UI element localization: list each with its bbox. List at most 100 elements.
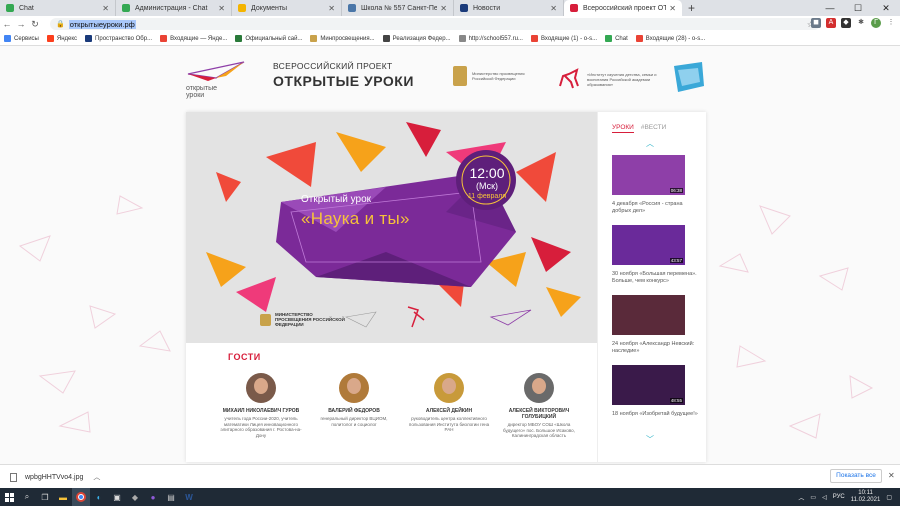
bookmark-item[interactable]: Официальный сай... bbox=[235, 35, 302, 42]
forward-icon[interactable]: → bbox=[14, 19, 28, 29]
bookmark-label: Реализация Федер... bbox=[392, 35, 451, 42]
close-icon[interactable]: ✕ bbox=[218, 4, 225, 13]
maximize-icon[interactable]: ☐ bbox=[844, 0, 872, 16]
lesson-time: 12:00 bbox=[469, 165, 505, 181]
emblem-icon bbox=[260, 313, 271, 326]
lesson-caption[interactable]: 24 ноября «Александр Невский: наследие» bbox=[612, 341, 698, 355]
bookmark-item[interactable]: Минпросвещения... bbox=[310, 35, 375, 42]
chrome-icon[interactable] bbox=[72, 488, 90, 506]
close-window-icon[interactable]: ✕ bbox=[872, 0, 900, 16]
extensions: ◼ A ◆ ✱ Г ⋮ bbox=[811, 18, 896, 28]
minimize-icon[interactable]: — bbox=[816, 0, 844, 16]
partner-logo[interactable] bbox=[672, 60, 706, 96]
bookmark-item[interactable]: Входящие (28) - o-s... bbox=[635, 35, 705, 42]
tab-admin-chat[interactable]: Администрация - Chat ✕ bbox=[116, 0, 232, 16]
tab-documents[interactable]: Документы ✕ bbox=[232, 0, 342, 16]
bookmark-item[interactable]: Chat bbox=[605, 35, 628, 42]
close-icon[interactable]: ✕ bbox=[888, 471, 895, 480]
search-icon[interactable]: ⌕ bbox=[18, 488, 36, 506]
site-logo[interactable]: открытые уроки bbox=[186, 60, 246, 99]
bookmark-label: Яндекс bbox=[56, 35, 78, 42]
close-icon[interactable]: ✕ bbox=[550, 4, 557, 13]
guest-desc: генеральный директор ВЦИОМ, политолог и … bbox=[320, 416, 388, 427]
new-tab-button[interactable]: + bbox=[682, 0, 701, 16]
download-item[interactable]: wpbgHHTVvo4.jpg ︿ bbox=[10, 472, 100, 482]
project-title: ВСЕРОССИЙСКИЙ ПРОЕКТ ОТКРЫТЫЕ УРОКИ bbox=[273, 61, 414, 89]
lesson-subtitle: Открытый урок bbox=[301, 194, 371, 205]
news-icon bbox=[460, 4, 468, 12]
viber-icon[interactable]: ● bbox=[144, 488, 162, 506]
lesson-caption[interactable]: 18 ноября «Изобретай будущее!» bbox=[612, 411, 698, 418]
bookmark-item[interactable]: Яндекс bbox=[46, 35, 78, 42]
extension-icon[interactable]: ◆ bbox=[841, 18, 851, 28]
tab-lessons[interactable]: УРОКИ bbox=[612, 124, 634, 133]
tab-news[interactable]: Новости ✕ bbox=[454, 0, 564, 16]
chevron-up-icon[interactable]: ︿ bbox=[93, 472, 100, 482]
close-icon[interactable]: ✕ bbox=[328, 4, 335, 13]
avatar bbox=[339, 373, 369, 403]
lesson-time-badge: 12:00 (Мск) 11 февраля bbox=[458, 165, 516, 200]
lesson-caption[interactable]: 30 ноября «Большая перемена». Больше, че… bbox=[612, 271, 698, 285]
project-title-line1: ВСЕРОССИЙСКИЙ ПРОЕКТ bbox=[273, 61, 393, 71]
windows-start-icon[interactable] bbox=[0, 488, 18, 506]
bookmark-favicon-icon bbox=[235, 35, 243, 42]
lesson-thumbnail[interactable]: 43:57 bbox=[612, 225, 685, 265]
task-view-icon[interactable]: ❐ bbox=[36, 488, 54, 506]
tab-news[interactable]: #ВЕСТИ bbox=[641, 124, 666, 133]
bookmark-label: Сервисы bbox=[14, 35, 39, 42]
language-indicator[interactable]: РУС bbox=[833, 494, 845, 500]
clock[interactable]: 10:11 11.02.2021 bbox=[851, 490, 881, 504]
lesson-timezone: (Мск) bbox=[475, 181, 499, 191]
guest-card[interactable]: МИХАИЛ НИКОЛАЕВИЧ ГУРОВ учитель года Рос… bbox=[218, 373, 304, 438]
url-text[interactable]: открытыеуроки.рф bbox=[68, 19, 136, 29]
bookmark-favicon-icon bbox=[458, 35, 466, 42]
extension-icon[interactable]: ◼ bbox=[811, 18, 821, 28]
close-icon[interactable]: ✕ bbox=[102, 4, 109, 13]
tab-chat[interactable]: Chat ✕ bbox=[0, 0, 116, 16]
banner-ministry-text: МИНИСТЕРСТВО ПРОСВЕЩЕНИЯ РОССИЙСКОЙ ФЕДЕ… bbox=[275, 312, 345, 327]
lesson-caption[interactable]: 4 декабря «Россия - страна добрых дел» bbox=[612, 201, 698, 215]
avatar[interactable]: Г bbox=[871, 18, 881, 28]
pdf-icon[interactable]: A bbox=[826, 18, 836, 28]
notifications-icon[interactable]: ▢ bbox=[886, 494, 892, 501]
bookmark-item[interactable]: Входящие — Янде... bbox=[160, 35, 227, 42]
chevron-down-icon[interactable]: ﹀ bbox=[646, 434, 654, 445]
edge-icon[interactable]: ◐ bbox=[90, 488, 108, 506]
lesson-banner[interactable]: Открытый урок «Наука и ты» 12:00 (Мск) 1… bbox=[186, 112, 597, 343]
bookmark-item[interactable]: Реализация Федер... bbox=[382, 35, 451, 42]
close-icon[interactable]: ✕ bbox=[440, 4, 447, 13]
tab-school[interactable]: Школа № 557 Санкт-Петербург ✕ bbox=[342, 0, 454, 16]
bookmark-item[interactable]: Пространство Обр... bbox=[85, 35, 152, 42]
address-bar[interactable]: 🔒 открытыеуроки.рф ☆ bbox=[50, 18, 820, 30]
lesson-thumbnail[interactable]: 48:55 bbox=[612, 365, 685, 405]
bookmark-item[interactable]: http://school557.ru... bbox=[458, 35, 523, 42]
app-icon[interactable]: ◆ bbox=[126, 488, 144, 506]
tab-open-lessons[interactable]: Всероссийский проект ОТКРЫТЫЕ ✕ bbox=[564, 0, 682, 16]
guest-card[interactable]: АЛЕКСЕЙ ВИКТОРОВИЧ ГОЛУБИЦКИЙ директор М… bbox=[496, 373, 582, 439]
word-icon[interactable]: W bbox=[180, 488, 198, 506]
guest-card[interactable]: ВАЛЕРИЙ ФЕДОРОВ генеральный директор ВЦИ… bbox=[311, 373, 397, 427]
file-explorer-icon[interactable]: ▬ bbox=[54, 488, 72, 506]
guest-card[interactable]: АЛЕКСЕЙ ДЕЙКИН руководитель центра колле… bbox=[406, 373, 492, 433]
lesson-thumbnail[interactable]: 06:38 bbox=[612, 155, 685, 195]
lock-icon[interactable]: 🔒 bbox=[56, 20, 65, 28]
chevron-up-icon[interactable]: ︿ bbox=[646, 138, 654, 149]
bookmark-label: Официальный сай... bbox=[245, 35, 303, 42]
show-all-button[interactable]: Показать все bbox=[830, 469, 882, 483]
store-icon[interactable]: ▣ bbox=[108, 488, 126, 506]
bookmark-item[interactable]: Сервисы bbox=[4, 35, 39, 42]
bookmark-item[interactable]: Входящие (1) - o-s... bbox=[530, 35, 597, 42]
reload-icon[interactable]: ↻ bbox=[28, 19, 42, 30]
volume-icon[interactable]: ◁ bbox=[822, 494, 827, 501]
app-icon[interactable]: ▤ bbox=[162, 488, 180, 506]
close-icon[interactable]: ✕ bbox=[669, 4, 676, 13]
back-icon[interactable]: ← bbox=[0, 19, 14, 29]
lesson-thumbnail[interactable] bbox=[612, 295, 685, 335]
chat-icon bbox=[6, 4, 14, 12]
network-icon[interactable]: ▭ bbox=[810, 494, 816, 501]
menu-icon[interactable]: ⋮ bbox=[886, 18, 896, 28]
chevron-up-icon[interactable]: ︿ bbox=[798, 493, 804, 502]
puzzle-icon[interactable]: ✱ bbox=[856, 18, 866, 28]
institute-logo[interactable]: «Институт изучения детства, семьи и восп… bbox=[557, 68, 657, 90]
ministry-logo[interactable]: Министерство просвещения Российской Феде… bbox=[453, 66, 532, 86]
